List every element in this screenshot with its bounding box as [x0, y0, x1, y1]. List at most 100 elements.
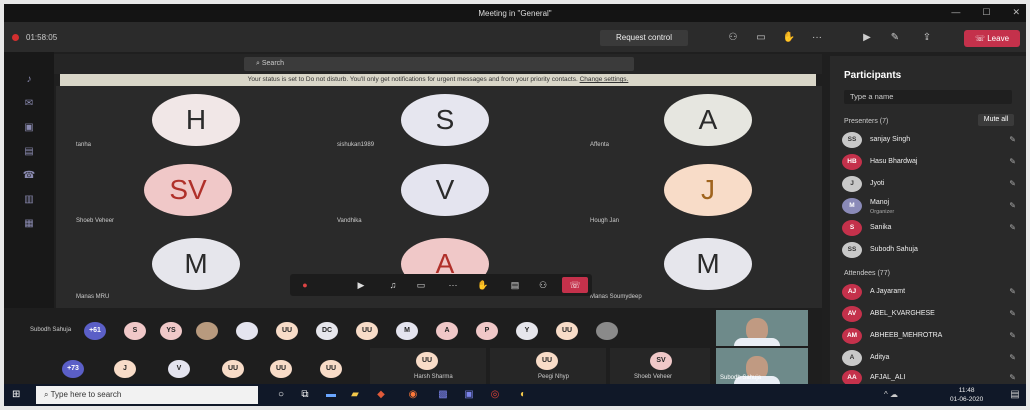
screen-share-icon[interactable]: ▭ — [414, 279, 428, 291]
participant-tile[interactable]: M Manas Soumydeep — [566, 234, 822, 308]
participant-row[interactable]: J Jyoti ✎ — [842, 176, 1018, 194]
participant-row[interactable]: M Manoj Organizer ✎ — [842, 198, 1018, 216]
tile-avatar: SV — [144, 164, 232, 216]
chat-rail-icon[interactable]: ✉ — [22, 98, 36, 110]
strip-avatar[interactable]: Y — [516, 322, 538, 340]
chat-icon[interactable]: ▭ — [754, 32, 768, 44]
participant-avatar: SS — [842, 132, 862, 148]
change-settings-link[interactable]: Change settings. — [580, 76, 629, 83]
participant-tile[interactable]: S sishukan1989 — [311, 86, 566, 160]
strip-avatar[interactable]: V — [168, 360, 190, 378]
maximize-button[interactable]: ☐ — [982, 7, 990, 18]
camera-toggle-icon[interactable]: ▶ — [354, 279, 368, 291]
participant-tile[interactable]: J Hough Jan — [566, 160, 822, 234]
apps-icon[interactable]: ▦ — [22, 218, 36, 230]
more-icon[interactable]: ··· — [810, 32, 824, 44]
strip-avatar[interactable]: UU — [276, 322, 298, 340]
strip-avatar[interactable]: UU — [356, 322, 378, 340]
chrome-icon[interactable]: ◎ — [488, 388, 502, 402]
windows-start-icon[interactable]: ⊞ — [12, 389, 24, 401]
file-explorer-icon[interactable]: ▰ — [348, 388, 362, 402]
participants-toggle-icon[interactable]: ⚇ — [536, 279, 550, 291]
strip-avatar[interactable]: P — [476, 322, 498, 340]
mute-all-button[interactable]: Mute all — [978, 114, 1014, 126]
request-control-button[interactable]: Request control — [600, 30, 688, 46]
notifications-icon[interactable]: ▤ — [1008, 388, 1022, 402]
teams-icon[interactable]: ▣ — [22, 122, 36, 134]
files-icon[interactable]: ▥ — [22, 194, 36, 206]
chat-toggle-icon[interactable]: ▤ — [508, 279, 522, 291]
participant-tile[interactable]: M Manas MRU — [56, 234, 311, 308]
participant-row[interactable]: AV ABEL_KVARGHESE ✎ — [842, 306, 1018, 324]
calls-icon[interactable]: ☎ — [22, 170, 36, 182]
strip-avatar[interactable]: M — [396, 322, 418, 340]
taskbar-search-input[interactable]: ⌕ Type here to search — [36, 386, 258, 404]
presenters-heading[interactable]: Presenters (7) — [844, 118, 888, 125]
participant-row[interactable]: S Sanika ✎ — [842, 220, 1018, 238]
participant-row[interactable]: SS sanjay Singh ✎ — [842, 132, 1018, 150]
store-icon[interactable]: ◆ — [374, 388, 388, 402]
browser-icon[interactable]: ◉ — [406, 388, 420, 402]
participant-tile[interactable]: H tanha — [56, 86, 311, 160]
record-icon[interactable]: ● — [298, 279, 312, 291]
calendar-icon[interactable]: ▤ — [22, 146, 36, 158]
meeting-toolbar: 01:58:05 Request control ⚇ ▭ ✋ ··· ▶ ✎ ⇪… — [4, 22, 1026, 52]
participant-tile[interactable]: V Vandhika — [311, 160, 566, 234]
teams-taskbar-icon[interactable]: ▩ — [436, 388, 450, 402]
participant-avatar: J — [842, 176, 862, 192]
strip-avatar[interactable]: UU — [222, 360, 244, 378]
strip-avatar-photo[interactable] — [596, 322, 618, 340]
share-icon[interactable]: ⇪ — [920, 32, 934, 44]
strip-avatar[interactable]: DC — [316, 322, 338, 340]
strip-avatar[interactable]: UU — [320, 360, 342, 378]
participant-row[interactable]: HB Hasu Bhardwaj ✎ — [842, 154, 1018, 172]
tile-name: Manas Soumydeep — [590, 294, 642, 300]
hand-icon[interactable]: ✋ — [782, 32, 796, 44]
close-button[interactable]: ✕ — [1012, 7, 1020, 18]
system-clock[interactable]: 11:48 01-06-2020 — [950, 386, 983, 404]
overflow-count-badge[interactable]: +61 — [84, 322, 106, 340]
host-row[interactable]: SS Subodh Sahuja — [842, 242, 1018, 260]
app-taskbar-icon[interactable]: ▣ — [462, 388, 476, 402]
strip-tile[interactable]: UU Harsh Sharma — [370, 348, 486, 384]
raise-hand-icon[interactable]: ✋ — [476, 279, 490, 291]
leave-button[interactable]: ☏ Leave — [964, 30, 1020, 47]
participant-tile[interactable]: A Affenta — [566, 86, 822, 160]
participant-tile[interactable]: A — [311, 234, 566, 308]
mail-icon[interactable]: ▬ — [324, 388, 338, 402]
search-input[interactable]: ⌕ Search — [244, 57, 634, 71]
attendees-heading[interactable]: Attendees (77) — [844, 270, 890, 277]
participant-tile[interactable]: SV Shoeb Veheer — [56, 160, 311, 234]
video-feed[interactable] — [716, 310, 808, 346]
tile-avatar: J — [664, 164, 752, 216]
strip-avatar[interactable]: J — [114, 360, 136, 378]
camera-icon[interactable]: ▶ — [860, 32, 874, 44]
participant-row[interactable]: AJ A Jayaramt ✎ — [842, 284, 1018, 302]
title-bar: Meeting in "General" — ☐ ✕ — [4, 4, 1026, 22]
people-icon[interactable]: ⚇ — [726, 32, 740, 44]
task-view-icon[interactable]: ⧉ — [298, 388, 312, 402]
video-feed[interactable]: Subodh Sahuja — [716, 348, 808, 384]
strip-tile[interactable]: SV Shoeb Veheer — [610, 348, 710, 384]
tray-icons[interactable]: ^ ☁ ▭ ◁) — [884, 388, 898, 406]
cortana-icon[interactable]: ○ — [274, 388, 288, 402]
mic-icon[interactable]: ♫ — [386, 279, 400, 291]
strip-avatar[interactable]: UU — [556, 322, 578, 340]
hang-up-button[interactable]: ☏ — [562, 277, 588, 293]
strip-avatar[interactable]: S — [124, 322, 146, 340]
strip-tile[interactable]: UU Peegi Nhyp — [490, 348, 606, 384]
strip-avatar-photo[interactable] — [236, 322, 258, 340]
activity-icon[interactable]: ♪ — [22, 74, 36, 86]
participant-row[interactable]: A Aditya ✎ — [842, 350, 1018, 368]
strip-avatar[interactable]: UU — [270, 360, 292, 378]
participant-row[interactable]: AM ABHEEB_MEHROTRA ✎ — [842, 328, 1018, 346]
more-options-icon[interactable]: ··· — [446, 279, 460, 291]
app-taskbar-icon[interactable]: ◐ — [516, 388, 530, 402]
minimize-button[interactable]: — — [951, 7, 960, 18]
overflow-count-badge[interactable]: +73 — [62, 360, 84, 378]
strip-avatar-photo[interactable] — [196, 322, 218, 340]
strip-avatar[interactable]: YS — [160, 322, 182, 340]
mic-off-icon[interactable]: ✎ — [888, 32, 902, 44]
participant-search-input[interactable]: Type a name — [844, 90, 1012, 104]
strip-avatar[interactable]: A — [436, 322, 458, 340]
